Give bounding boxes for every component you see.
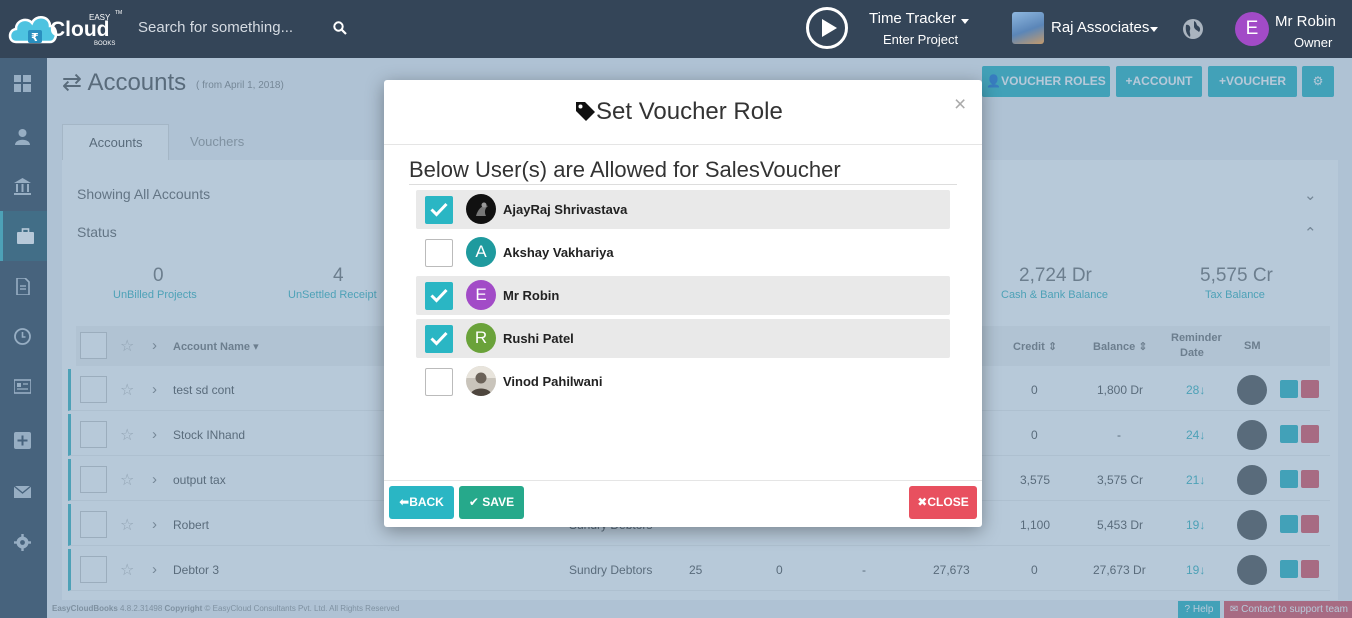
user-avatar: A xyxy=(466,237,496,267)
user-checkbox[interactable] xyxy=(425,325,453,353)
check-icon xyxy=(430,202,448,217)
check-icon xyxy=(430,331,448,346)
divider xyxy=(384,144,982,145)
back-button[interactable]: ⬅BACK xyxy=(389,486,454,519)
easycloudbooks-logo[interactable]: ₹ EASY Cloud BOOKS TM xyxy=(8,4,124,52)
user-checkbox[interactable] xyxy=(425,196,453,224)
tag-icon xyxy=(576,102,595,121)
user-name: Akshay Vakhariya xyxy=(503,245,614,260)
search-input[interactable]: Search for something... xyxy=(138,19,293,36)
check-icon xyxy=(430,288,448,303)
chevron-down-icon[interactable] xyxy=(961,19,969,24)
close-icon[interactable]: × xyxy=(954,94,966,115)
user-name[interactable]: Mr Robin xyxy=(1275,13,1336,30)
divider xyxy=(384,480,982,481)
divider xyxy=(409,184,957,185)
user-list-item[interactable]: A Akshay Vakhariya xyxy=(416,233,950,272)
user-avatar: R xyxy=(466,323,496,353)
close-button[interactable]: ✖CLOSE xyxy=(909,486,977,519)
svg-text:₹: ₹ xyxy=(31,31,39,44)
time-tracker-project[interactable]: Enter Project xyxy=(883,32,958,47)
time-tracker-title[interactable]: Time Tracker xyxy=(869,10,956,27)
user-name: Mr Robin xyxy=(503,288,560,303)
user-checkbox[interactable] xyxy=(425,368,453,396)
user-name: Rushi Patel xyxy=(503,331,574,346)
company-selector[interactable]: Raj Associates xyxy=(1051,19,1149,36)
search-icon[interactable] xyxy=(333,21,347,35)
user-list-item[interactable]: R Rushi Patel xyxy=(416,319,950,358)
user-list-item[interactable]: Vinod Pahilwani xyxy=(416,362,950,401)
svg-text:BOOKS: BOOKS xyxy=(94,41,115,47)
save-button[interactable]: ✔ SAVE xyxy=(459,486,524,519)
svg-text:TM: TM xyxy=(115,10,122,16)
modal-subtitle: Below User(s) are Allowed for SalesVouch… xyxy=(409,157,841,182)
user-role: Owner xyxy=(1294,35,1333,50)
chevron-down-icon[interactable] xyxy=(1150,27,1158,32)
modal-title: Set Voucher Role xyxy=(596,98,783,125)
user-avatar: E xyxy=(466,280,496,310)
set-voucher-role-modal: × Set Voucher Role Below User(s) are All… xyxy=(384,80,982,527)
svg-text:Cloud: Cloud xyxy=(50,18,109,41)
company-logo[interactable] xyxy=(1012,12,1044,44)
user-avatar[interactable]: E xyxy=(1235,12,1269,46)
user-avatar xyxy=(466,366,496,396)
globe-icon[interactable] xyxy=(1182,18,1204,40)
time-tracker-play-icon[interactable] xyxy=(806,7,848,49)
user-checkbox[interactable] xyxy=(425,282,453,310)
user-name: Vinod Pahilwani xyxy=(503,374,603,389)
user-list-item[interactable]: E Mr Robin xyxy=(416,276,950,315)
user-list-item[interactable]: AjayRaj Shrivastava xyxy=(416,190,950,229)
user-avatar xyxy=(466,194,496,224)
user-name: AjayRaj Shrivastava xyxy=(503,202,628,217)
user-checkbox[interactable] xyxy=(425,239,453,267)
top-navbar: ₹ EASY Cloud BOOKS TM Search for somethi… xyxy=(0,0,1352,58)
